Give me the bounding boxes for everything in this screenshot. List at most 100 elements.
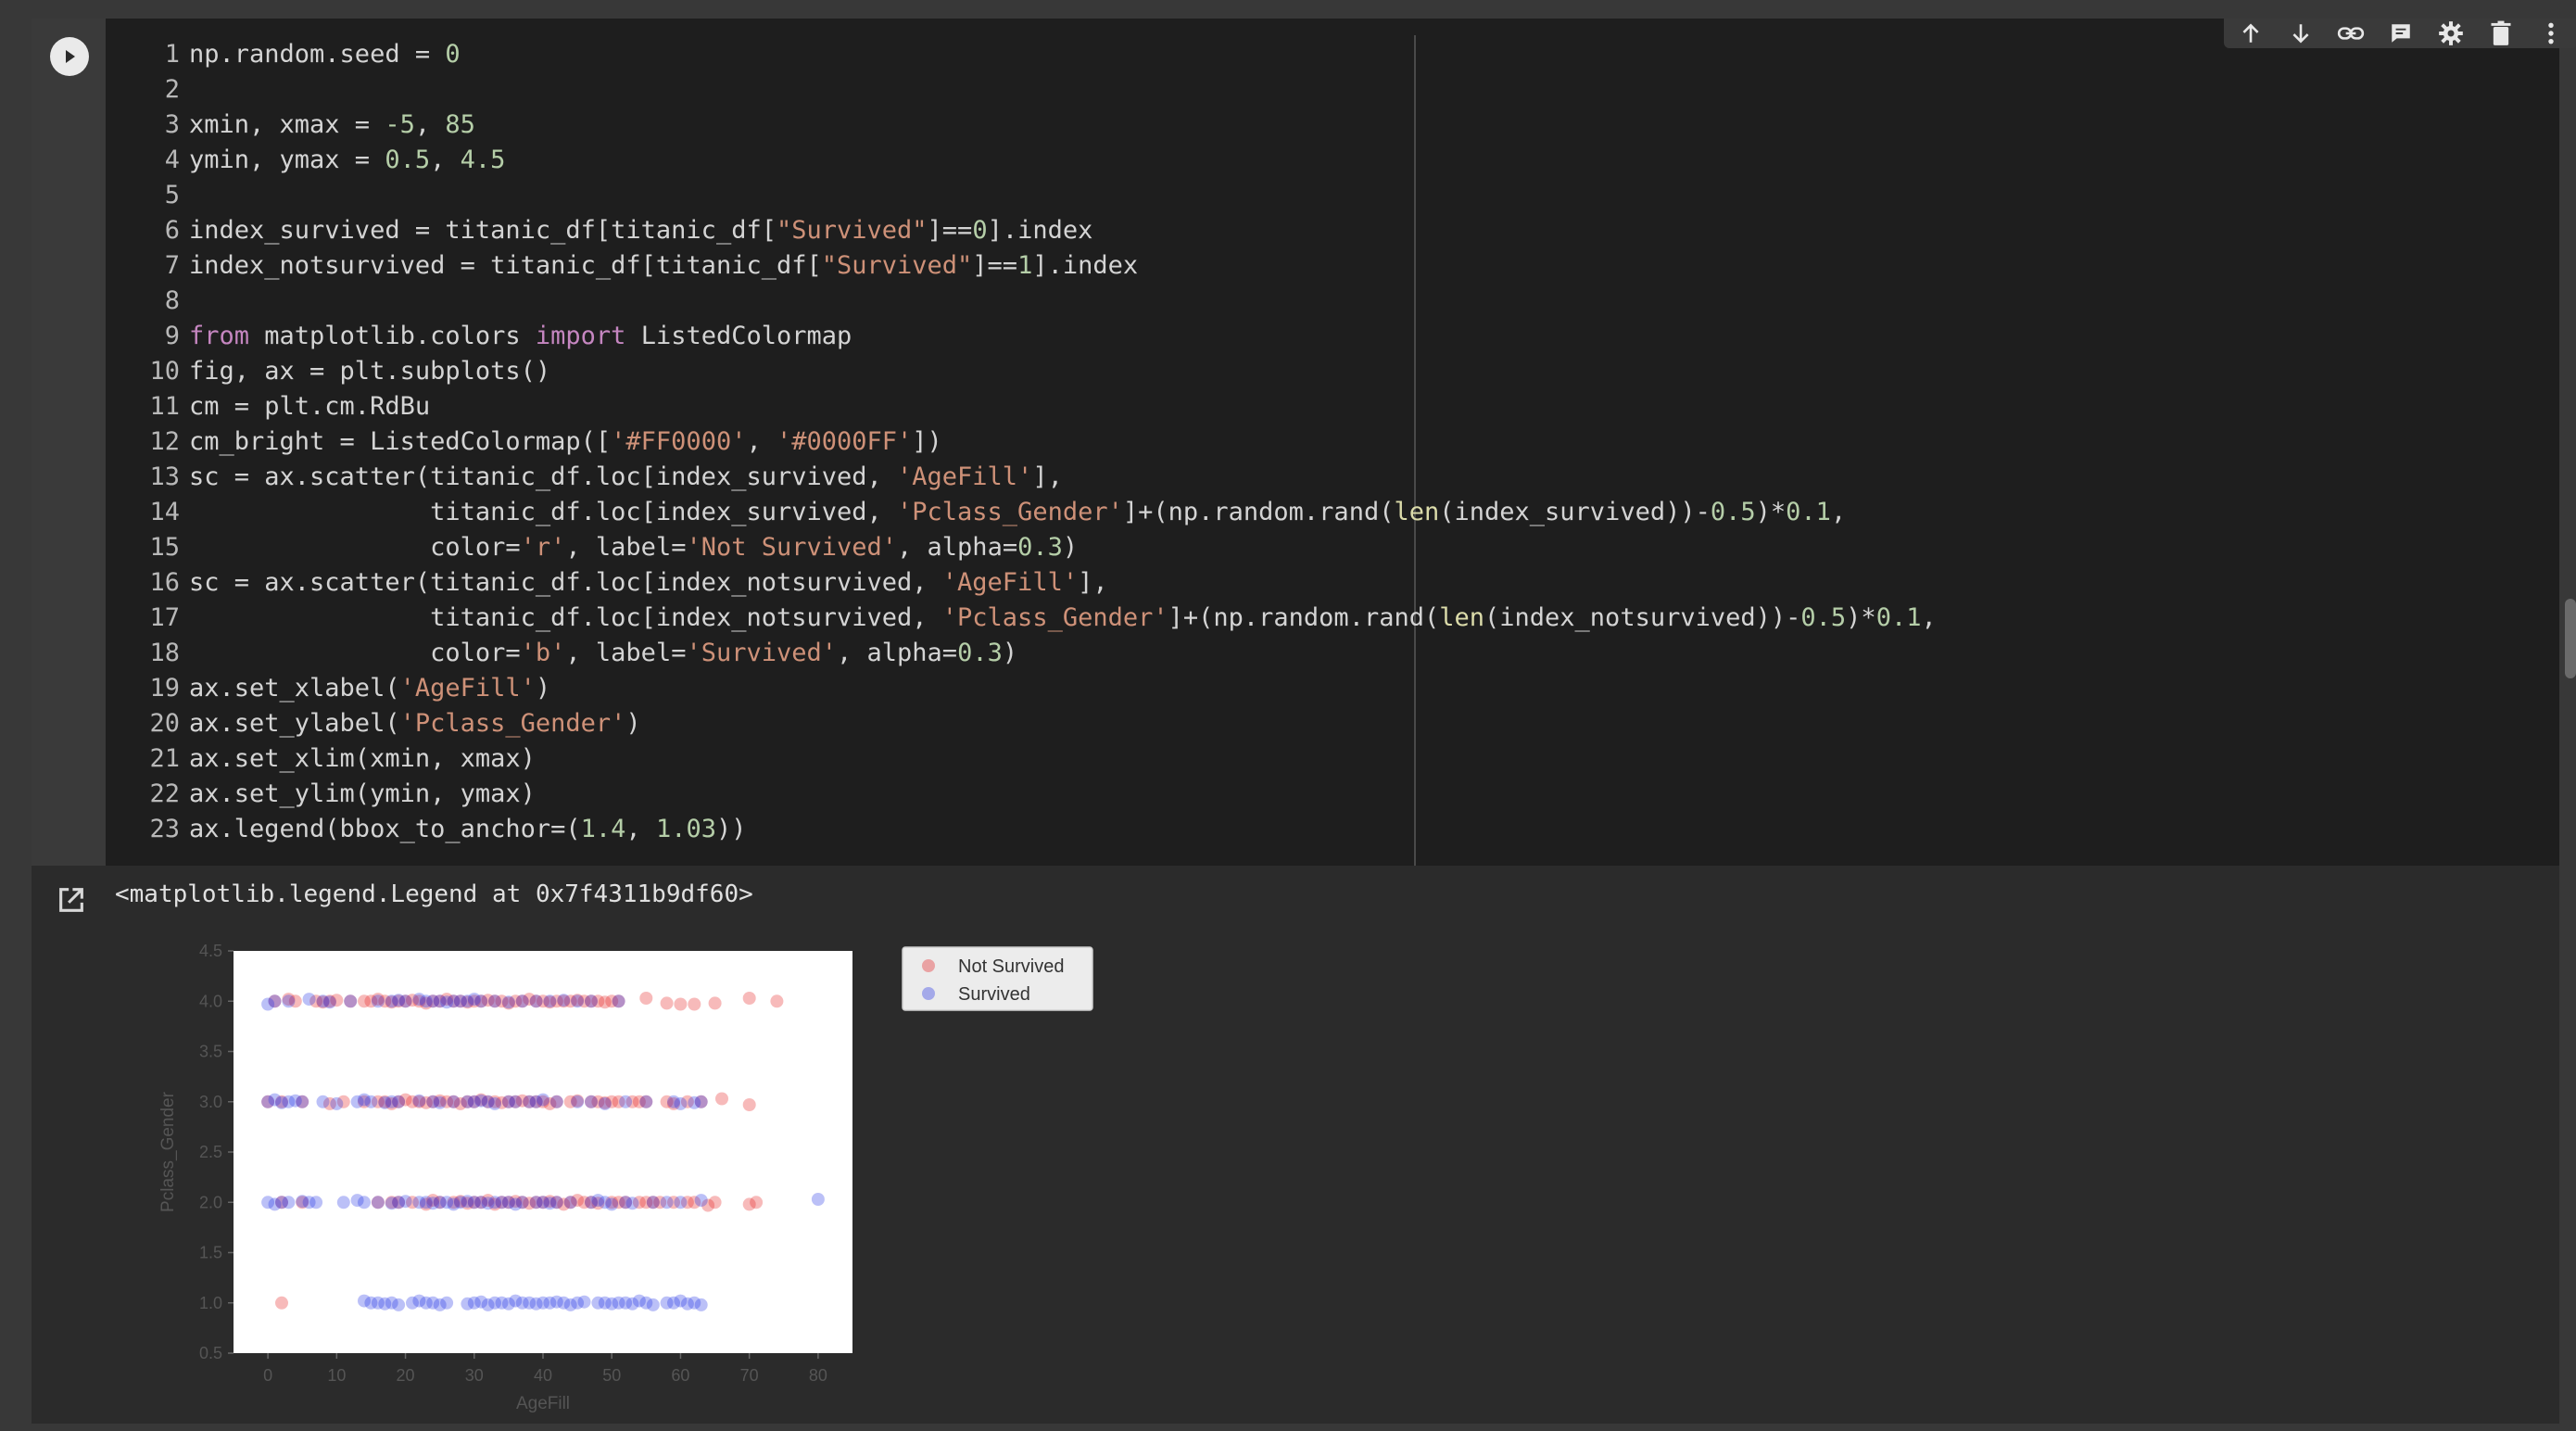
code-line[interactable]: 4 ymin, ymax = 0.5, 4.5	[106, 143, 1937, 178]
move-up-button[interactable]	[2237, 19, 2265, 47]
more-vert-icon	[2548, 22, 2554, 44]
code-editor[interactable]: 1 np.random.seed = 0 2 3 xmin, xmax = -5, 85…	[106, 19, 2559, 866]
code-cell[interactable]: 1 np.random.seed = 0 2 3 xmin, xmax = -5, 85…	[32, 19, 2576, 1424]
point-survived	[322, 995, 336, 1009]
code-line[interactable]: 13 sc = ax.scatter(titanic_df.loc[index_s…	[106, 460, 1937, 495]
code-line[interactable]: 10 fig, ax = plt.subplots()	[106, 354, 1937, 389]
delete-cell-button[interactable]	[2487, 19, 2515, 47]
point-survived	[529, 994, 543, 1008]
code-line[interactable]: 1 np.random.seed = 0	[106, 37, 1937, 72]
y-tick-label: 3.5	[199, 1043, 222, 1061]
more-options-button[interactable]	[2537, 19, 2565, 47]
code-token: fig, ax = plt.subplots()	[189, 357, 551, 386]
code-token: )*	[1846, 603, 1876, 632]
line-number: 6	[164, 216, 180, 245]
code-token: "Survived"	[821, 251, 973, 280]
code-lines: 1 np.random.seed = 0 2 3 xmin, xmax = -5, 85…	[106, 37, 1937, 847]
code-token: , alpha=	[837, 639, 958, 667]
copy-link-button[interactable]	[2337, 19, 2365, 47]
move-down-button[interactable]	[2287, 19, 2315, 47]
line-number: 11	[149, 392, 180, 421]
code-token: cm = plt.cm.RdBu	[189, 392, 431, 421]
line-number: 16	[149, 568, 180, 597]
code-token: , alpha=	[897, 533, 1018, 562]
scrollbar-thumb[interactable]	[2565, 599, 2576, 678]
code-line[interactable]: 5	[106, 178, 1937, 213]
code-token: ]+(np.random.rand(	[1122, 498, 1395, 526]
code-token: ymin, ymax =	[189, 146, 385, 174]
code-line[interactable]: 14 titanic_df.loc[index_survived, 'Pclas…	[106, 495, 1937, 530]
point-not-survived	[750, 1196, 764, 1209]
code-token: 4.5	[460, 146, 506, 174]
code-line[interactable]: 6 index_survived = titanic_df[titanic_df[…	[106, 213, 1937, 248]
trash-icon	[2491, 20, 2511, 45]
code-token: 1	[1017, 251, 1033, 280]
code-token: ListedColormap	[625, 322, 852, 350]
code-token: 0.5	[1800, 603, 1847, 632]
code-token: len	[1439, 603, 1485, 632]
line-source: cm = plt.cm.RdBu	[189, 389, 430, 424]
code-token: 0	[972, 216, 988, 245]
line-number: 2	[164, 75, 180, 104]
point-survived	[694, 1298, 708, 1311]
x-tick-label: 30	[465, 1366, 484, 1385]
cell-settings-button[interactable]	[2437, 19, 2465, 47]
code-line[interactable]: 16 sc = ax.scatter(titanic_df.loc[index_n…	[106, 565, 1937, 601]
point-survived	[398, 994, 412, 1008]
line-source: ax.set_ylabel('Pclass_Gender')	[189, 706, 641, 741]
code-line[interactable]: 2	[106, 72, 1937, 108]
point-not-survived	[639, 992, 653, 1005]
point-survived	[440, 1296, 454, 1310]
code-token: 'b'	[520, 639, 566, 667]
code-line[interactable]: 11 cm = plt.cm.RdBu	[106, 389, 1937, 424]
point-survived	[412, 1094, 426, 1108]
cell-gutter	[32, 19, 106, 866]
line-source: titanic_df.loc[index_notsurvived, 'Pclas…	[189, 601, 1937, 636]
cell-toolbar	[2224, 19, 2576, 48]
x-tick-label: 80	[809, 1366, 827, 1385]
code-line[interactable]: 3 xmin, xmax = -5, 85	[106, 108, 1937, 143]
code-line[interactable]: 21 ax.set_xlim(xmin, xmax)	[106, 741, 1937, 777]
code-line[interactable]: 7 index_notsurvived = titanic_df[titanic_…	[106, 248, 1937, 284]
y-tick-label: 0.5	[199, 1344, 222, 1362]
code-line[interactable]: 9 from matplotlib.colors import ListedCol…	[106, 319, 1937, 354]
output-redirect-icon	[59, 888, 83, 912]
point-survived	[619, 1095, 633, 1108]
point-not-survived	[674, 997, 688, 1011]
point-not-survived	[708, 1196, 722, 1209]
code-line[interactable]: 22 ax.set_ylim(ymin, ymax)	[106, 777, 1937, 812]
code-line[interactable]: 18 color='b', label='Survived', alpha=0.…	[106, 636, 1937, 671]
code-line[interactable]: 19 ax.set_xlabel('AgeFill')	[106, 671, 1937, 706]
point-survived	[447, 1095, 461, 1108]
run-cell-button[interactable]	[50, 37, 89, 76]
x-tick-label: 0	[263, 1366, 272, 1385]
line-source: ymin, ymax = 0.5, 4.5	[189, 143, 505, 178]
code-token: from	[189, 322, 250, 350]
code-token: )	[1062, 533, 1079, 562]
point-survived	[309, 1196, 323, 1209]
point-survived	[282, 994, 296, 1008]
point-survived	[488, 994, 501, 1008]
code-token: ,	[746, 427, 777, 456]
code-line[interactable]: 17 titanic_df.loc[index_notsurvived, 'Pc…	[106, 601, 1937, 636]
add-comment-button[interactable]	[2387, 19, 2415, 47]
line-number: 8	[164, 286, 180, 315]
point-survived	[571, 1095, 585, 1108]
line-number: 17	[149, 603, 180, 632]
code-line[interactable]: 12 cm_bright = ListedColormap(['#FF0000',…	[106, 424, 1937, 460]
code-token: ]+(np.random.rand(	[1168, 603, 1440, 632]
code-token: )*	[1755, 498, 1787, 526]
line-source: color='r', label='Not Survived', alpha=0…	[189, 530, 1078, 565]
x-tick-label: 40	[534, 1366, 552, 1385]
y-tick-label: 1.0	[199, 1294, 222, 1312]
line-number: 23	[149, 815, 180, 843]
y-tick-label: 3.0	[199, 1093, 222, 1111]
code-line[interactable]: 23 ax.legend(bbox_to_anchor=(1.4, 1.03))	[106, 812, 1937, 847]
point-survived	[549, 1196, 563, 1209]
code-line[interactable]: 15 color='r', label='Not Survived', alph…	[106, 530, 1937, 565]
point-survived	[639, 1095, 653, 1108]
code-token: 0.1	[1875, 603, 1922, 632]
code-line[interactable]: 20 ax.set_ylabel('Pclass_Gender')	[106, 706, 1937, 741]
code-line[interactable]: 8	[106, 284, 1937, 319]
line-source: xmin, xmax = -5, 85	[189, 108, 475, 143]
